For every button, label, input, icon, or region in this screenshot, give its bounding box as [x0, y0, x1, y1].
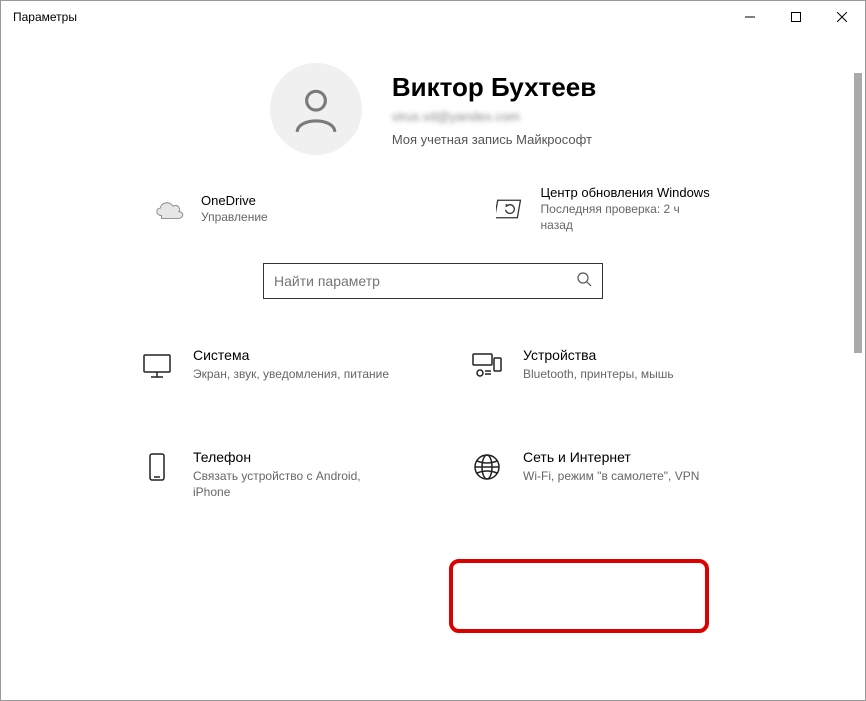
globe-icon [469, 449, 505, 485]
category-title: Система [193, 347, 389, 363]
cloud-icon [153, 192, 187, 226]
category-sub: Bluetooth, принтеры, мышь [523, 366, 674, 382]
scroll-thumb[interactable] [854, 73, 862, 353]
search-row [1, 263, 865, 299]
phone-icon [139, 449, 175, 485]
close-button[interactable] [819, 1, 865, 33]
avatar[interactable] [270, 63, 362, 155]
search-icon [576, 271, 592, 292]
titlebar: Параметры [1, 1, 865, 33]
search-box[interactable] [263, 263, 603, 299]
update-sub: Последняя проверка: 2 ч назад [541, 202, 713, 233]
person-icon [291, 84, 341, 134]
user-hero: Виктор Бухтеев virus.vd@yandex.com Моя у… [1, 33, 865, 175]
minimize-button[interactable] [727, 1, 773, 33]
update-title: Центр обновления Windows [541, 185, 713, 200]
user-name: Виктор Бухтеев [392, 72, 596, 103]
category-title: Телефон [193, 449, 397, 465]
user-info: Виктор Бухтеев virus.vd@yandex.com Моя у… [392, 72, 596, 147]
sync-icon [493, 192, 527, 226]
category-sub: Экран, звук, уведомления, питание [193, 366, 389, 382]
category-title: Устройства [523, 347, 674, 363]
category-network[interactable]: Сеть и Интернет Wi-Fi, режим "в самолете… [463, 441, 733, 508]
monitor-icon [139, 347, 175, 383]
category-devices[interactable]: Устройства Bluetooth, принтеры, мышь [463, 339, 733, 391]
maximize-button[interactable] [773, 1, 819, 33]
category-sub: Wi-Fi, режим "в самолете", VPN [523, 468, 699, 484]
search-input[interactable] [274, 273, 576, 289]
category-system[interactable]: Система Экран, звук, уведомления, питани… [133, 339, 403, 391]
onedrive-title: OneDrive [201, 193, 268, 208]
annotation-highlight [449, 559, 709, 633]
update-tile[interactable]: Центр обновления Windows Последняя прове… [493, 185, 713, 233]
categories-grid: Система Экран, звук, уведомления, питани… [133, 339, 733, 508]
account-tiles: OneDrive Управление Центр обновления Win… [1, 185, 865, 233]
window-title: Параметры [13, 10, 727, 24]
devices-icon [469, 347, 505, 383]
category-sub: Связать устройство с Android, iPhone [193, 468, 397, 500]
scrollbar[interactable] [849, 33, 865, 700]
window-controls [727, 1, 865, 33]
category-phone[interactable]: Телефон Связать устройство с Android, iP… [133, 441, 403, 508]
user-account-link[interactable]: Моя учетная запись Майкрософт [392, 132, 596, 147]
category-title: Сеть и Интернет [523, 449, 699, 465]
onedrive-sub: Управление [201, 210, 268, 226]
user-email: virus.vd@yandex.com [392, 109, 596, 124]
onedrive-tile[interactable]: OneDrive Управление [153, 185, 373, 233]
